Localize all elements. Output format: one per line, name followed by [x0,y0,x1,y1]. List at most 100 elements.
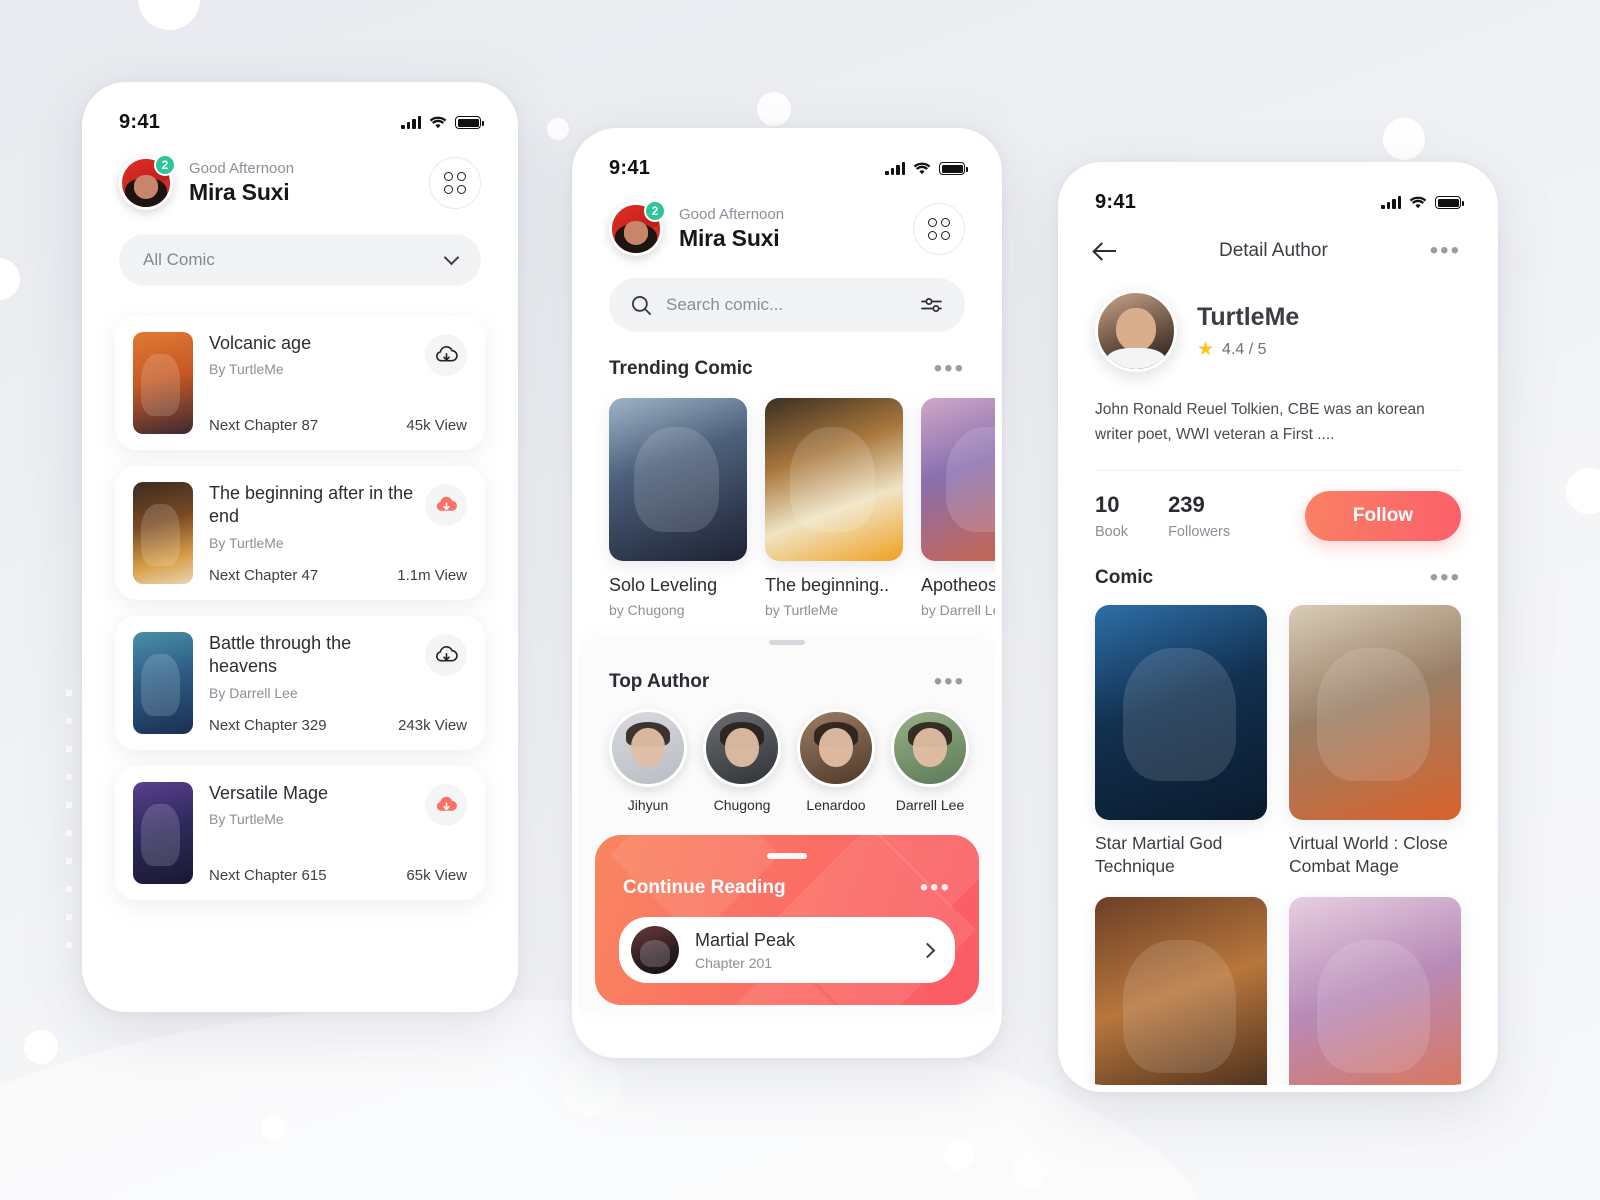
list-item[interactable]: The beginning.. by TurtleMe [765,398,903,618]
comic-author: by Darrell Lee [921,602,995,618]
comic-filter-dropdown[interactable]: All Comic [119,234,481,286]
comic-chapter: Chapter 201 [695,954,773,971]
user-name: Mira Suxi [189,179,290,205]
star-icon: ★ [1197,339,1215,360]
status-icons [885,162,968,175]
list-item[interactable]: Darrell Lee [891,709,969,813]
author-name: Lenardoo [806,797,866,813]
phone-author-detail: 9:41 Detail Author ••• TurtleMe ★ 4.4 / … [1058,162,1498,1092]
top-author-row[interactable]: Jihyun Chugong Lenardoo Darrell Lee [579,693,995,813]
avatar [891,709,969,787]
stat-label: Book [1095,523,1129,540]
arrow-left-icon[interactable] [1095,240,1117,262]
notification-badge: 2 [154,154,176,176]
comic-cover [765,398,903,561]
phone-home-library: 9:41 2 Good Afternoon Mira Suxi All Comi… [82,82,518,1012]
greeting-text: Good Afternoon Mira Suxi [189,160,413,206]
comic-cover [133,482,193,584]
page-title: Detail Author [1218,240,1328,261]
comic-cover [1289,896,1461,1085]
section-title: Comic [1095,566,1154,588]
comic-filter-label: All Comic [143,250,215,269]
download-button[interactable] [425,634,467,676]
rating-value: 4.4 / 5 [1222,340,1267,358]
sliders-filter-icon[interactable] [921,296,943,314]
download-button[interactable] [425,784,467,826]
list-item[interactable]: Solo Leveling by Chugong [609,398,747,618]
section-title: Top Author [609,671,710,692]
list-item[interactable]: Battle through the heavens By Darrell Le… [115,616,485,750]
comic-cover [609,398,747,561]
signal-icon [401,116,421,129]
list-item[interactable]: The beginning after in the end By Turtle… [115,466,485,600]
comic-author: By TurtleMe [209,534,284,551]
list-item[interactable]: Lenardoo [797,709,875,813]
download-button[interactable] [425,334,467,376]
section-title: Continue Reading [623,877,786,898]
comic-next-chapter: Next Chapter 87 [209,417,319,434]
grid-menu-button[interactable] [429,157,481,209]
phone-discover: 9:41 2 Good Afternoon Mira Suxi Search c… [572,128,1002,1058]
bg-circle [138,0,200,30]
follow-button[interactable]: Follow [1305,490,1461,541]
author-name: Jihyun [627,797,669,813]
list-item[interactable]: Jihyun [609,709,687,813]
comic-views: 1.1m View [397,567,467,584]
grid-menu-button[interactable] [913,203,965,255]
continue-reading-item[interactable]: Martial Peak Chapter 201 [619,917,955,983]
list-item[interactable]: Virtual World : Close Combat Mage [1289,604,1461,879]
comic-cover [1095,896,1267,1085]
author-name: TurtleMe [1197,303,1300,331]
cloud-download-icon-active [436,496,457,511]
more-horizontal-icon[interactable]: ••• [934,357,965,381]
more-horizontal-icon[interactable]: ••• [1430,239,1461,263]
signal-icon [885,162,905,175]
comic-title: The beginning.. [765,575,890,595]
list-item[interactable]: Chugong [703,709,781,813]
bg-circle [0,258,20,300]
stat-label: Followers [1168,523,1231,540]
bg-circle [757,92,791,126]
status-bar: 9:41 [579,135,995,180]
navigation-bar: Detail Author ••• [1065,214,1491,263]
list-item[interactable] [1289,896,1461,1085]
list-item[interactable]: Apotheosis by Darrell Lee [921,398,995,618]
more-horizontal-icon[interactable]: ••• [1430,565,1461,589]
cloud-download-icon-active [436,796,457,811]
status-time: 9:41 [1095,191,1137,213]
notification-badge: 2 [644,200,666,222]
comic-title: Star Martial God Technique [1095,832,1223,877]
stat-book: 10 Book [1095,492,1128,540]
bg-circle [1383,118,1425,160]
list-item[interactable]: Star Martial God Technique [1095,604,1267,879]
battery-icon [939,162,968,175]
status-time: 9:41 [609,157,651,179]
section-title: Trending Comic [609,358,753,379]
comic-views: 45k View [406,417,467,434]
avatar[interactable]: 2 [119,154,176,210]
cloud-download-icon [435,645,458,662]
list-item[interactable]: Versatile Mage By TurtleMe Next Chapter … [115,766,485,900]
grid-menu-icon [444,172,466,194]
search-input[interactable]: Search comic... [609,278,965,332]
author-name: Chugong [713,797,771,813]
status-time: 9:41 [119,111,161,133]
more-horizontal-icon[interactable]: ••• [920,876,951,900]
comic-cover [1095,604,1267,820]
trending-comic-row[interactable]: Solo Leveling by Chugong The beginning..… [579,380,995,618]
avatar [1095,290,1177,372]
avatar [797,709,875,787]
search-placeholder: Search comic... [666,295,784,314]
comic-title: Solo Leveling [609,575,718,595]
user-name: Mira Suxi [679,225,780,251]
avatar[interactable]: 2 [609,200,666,256]
list-item[interactable]: Volcanic age By TurtleMe Next Chapter 87… [115,316,485,450]
comic-title: Apotheosis [921,575,995,595]
more-horizontal-icon[interactable]: ••• [934,670,965,694]
chevron-right-icon [919,942,936,958]
comic-cover [133,782,193,884]
author-stats: 10 Book 239 Followers Follow [1065,471,1491,541]
comic-next-chapter: Next Chapter 615 [209,867,327,884]
download-button[interactable] [425,484,467,526]
list-item[interactable] [1095,896,1267,1085]
